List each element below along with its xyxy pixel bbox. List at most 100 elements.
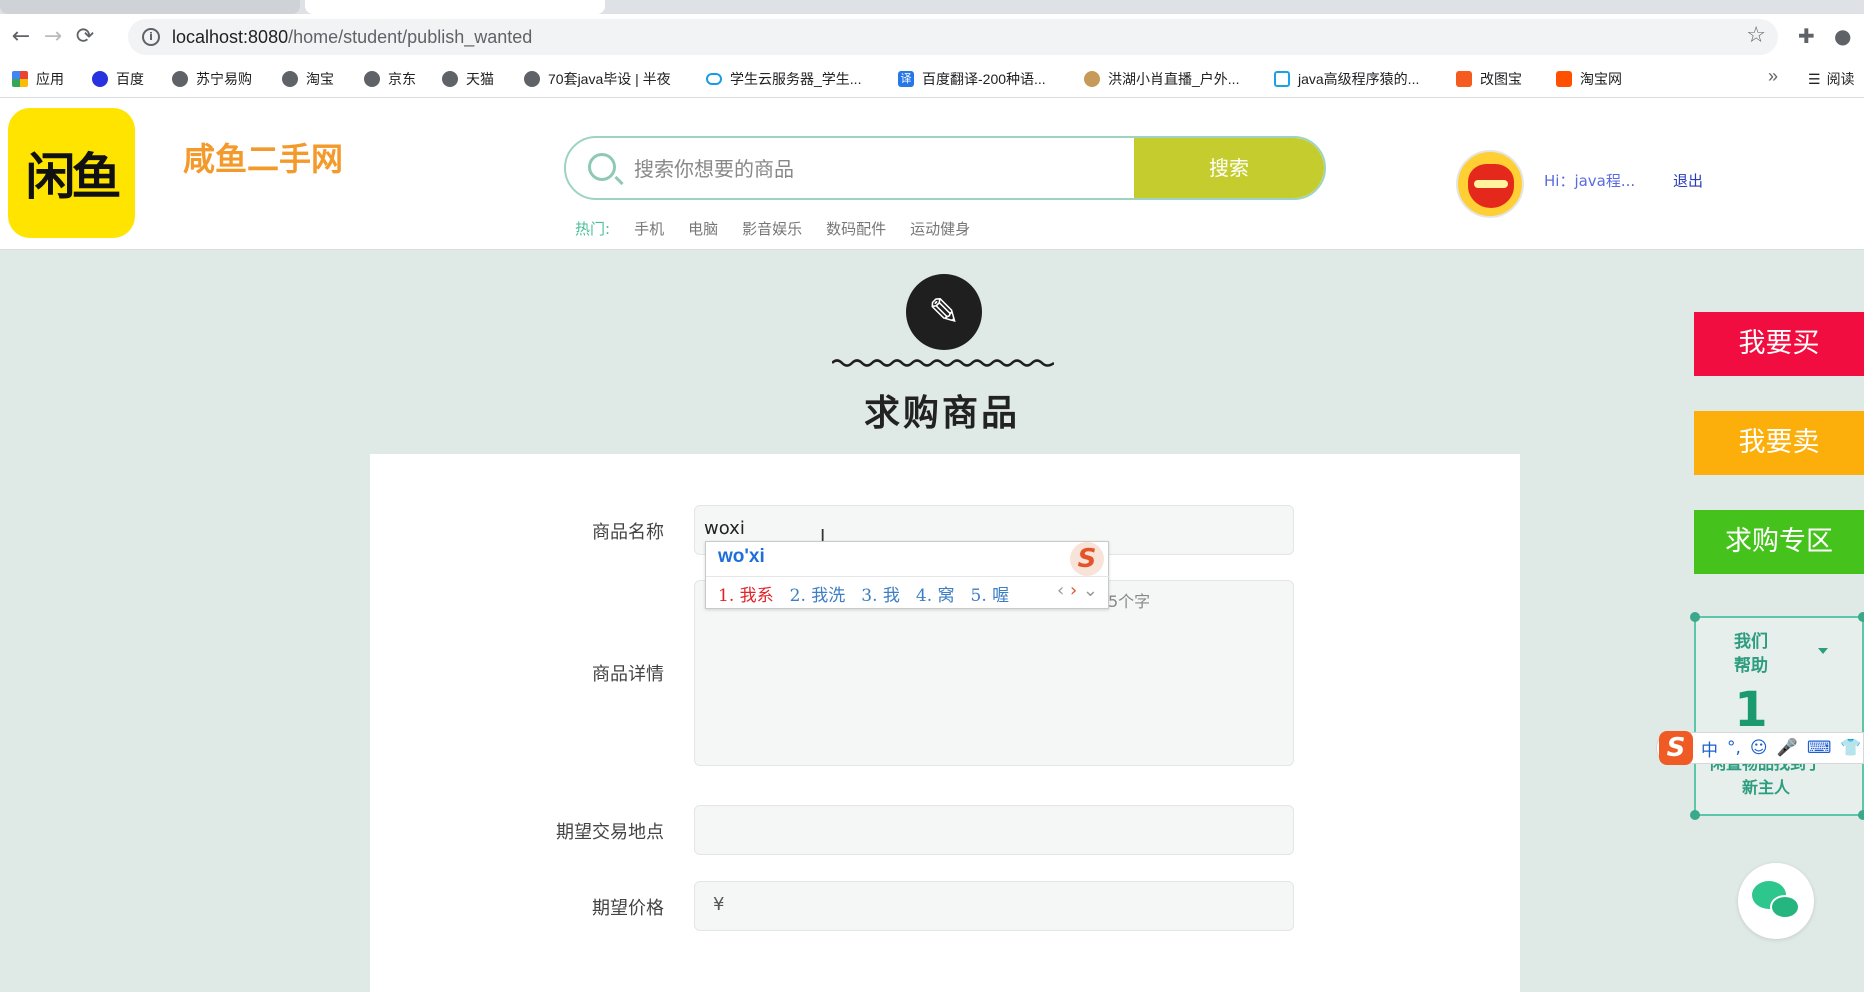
site-info-icon[interactable]: i — [142, 28, 160, 46]
wanted-form: 商品名称 woxi I 商品详情 5个字 期望交易地点 期望价格 ¥ — [370, 454, 1520, 992]
ime-candidate[interactable]: 4. 窝 — [916, 581, 955, 606]
avatar[interactable] — [1456, 150, 1524, 218]
ime-voice-icon[interactable]: 🎤 — [1777, 738, 1798, 758]
browser-toolbar: ← → ⟳ i localhost:8080/home/student/publ… — [0, 14, 1864, 60]
bookmark-star-icon[interactable]: ☆ — [1746, 23, 1766, 48]
globe-icon — [282, 71, 298, 87]
pencil-icon: ✎ — [906, 274, 982, 350]
ime-status-bar[interactable]: S 中 °, ☺ 🎤 ⌨ 👕 — [1656, 731, 1864, 765]
image-edit-icon — [1456, 71, 1472, 87]
ime-candidate[interactable]: 1. 我系 — [718, 581, 774, 606]
url-host: localhost:8080 — [172, 27, 289, 47]
bookmark-suning[interactable]: 苏宁易购 — [172, 69, 252, 89]
translate-icon: 译 — [898, 71, 914, 87]
helper-widget[interactable]: 我们 帮助 1 闲置物品找到了 新主人 — [1690, 612, 1864, 820]
bookmark-apps[interactable]: 应用 — [12, 69, 64, 89]
ime-prev-icon[interactable]: ‹ — [1057, 580, 1064, 601]
ime-emoji-icon[interactable]: ☺ — [1750, 738, 1768, 758]
bookmark-jd[interactable]: 京东 — [364, 69, 416, 89]
ime-candidate[interactable]: 3. 我 — [861, 581, 900, 606]
user-greeting[interactable]: Hi：java程... — [1544, 170, 1635, 191]
want-buy-button[interactable]: 我要买 — [1694, 312, 1864, 376]
name-label: 商品名称 — [592, 522, 664, 543]
ime-candidates: 1. 我系 2. 我洗 3. 我 4. 窝 5. 喔 — [718, 581, 1009, 606]
bookmark-label: 天猫 — [466, 71, 494, 87]
more-bookmarks-icon[interactable]: » — [1768, 66, 1778, 87]
wave-divider — [832, 359, 1054, 367]
globe-icon — [524, 71, 540, 87]
bookmark-baidu-translate[interactable]: 译百度翻译-200种语... — [898, 69, 1046, 89]
wanted-zone-button[interactable]: 求购专区 — [1694, 510, 1864, 574]
wechat-icon[interactable] — [1738, 863, 1814, 939]
bookmark-gaitubao[interactable]: 改图宝 — [1456, 69, 1522, 89]
ime-separator — [706, 576, 1110, 577]
back-icon[interactable]: ← — [6, 22, 36, 52]
browser-tab-active[interactable] — [305, 0, 605, 14]
reading-list[interactable]: ☰ 阅读 — [1808, 69, 1855, 89]
site-header: 闲鱼 咸鱼二手网 搜索 热门: 手机 电脑 影音娱乐 数码配件 运动健身 Hi：… — [0, 98, 1864, 250]
browser-tab-previous[interactable] — [0, 0, 300, 14]
bookmark-student-cloud[interactable]: 学生云服务器_学生... — [706, 69, 861, 89]
bookmarks-bar: 应用 百度 苏宁易购 淘宝 京东 天猫 70套java毕设 | 半夜 学生云服务… — [0, 60, 1864, 98]
ime-keyboard-icon[interactable]: ⌨ — [1807, 738, 1832, 758]
bookmark-java-projects[interactable]: 70套java毕设 | 半夜 — [524, 69, 671, 89]
ime-candidate-window: wo'xi S 1. 我系 2. 我洗 3. 我 4. 窝 5. 喔 ‹ › ⌄ — [705, 541, 1110, 609]
price-input[interactable]: ¥ — [694, 881, 1294, 931]
ime-skin-icon[interactable]: 👕 — [1840, 738, 1861, 758]
bookmark-tmall[interactable]: 天猫 — [442, 69, 494, 89]
logout-link[interactable]: 退出 — [1673, 170, 1703, 191]
search-input[interactable] — [634, 154, 1114, 184]
profile-icon[interactable]: ● — [1834, 24, 1851, 48]
hot-item-phone[interactable]: 手机 — [634, 218, 664, 239]
dropdown-arrow-icon[interactable] — [1818, 648, 1828, 654]
corner-handle — [1858, 810, 1864, 820]
char-count-hint: 5个字 — [1108, 592, 1151, 611]
bookmark-label: 应用 — [36, 71, 64, 87]
search-bar: 搜索 — [564, 136, 1326, 200]
detail-label: 商品详情 — [592, 664, 664, 685]
apps-grid-icon — [12, 71, 28, 87]
site-name[interactable]: 咸鱼二手网 — [183, 134, 343, 180]
bird-icon — [1084, 71, 1100, 87]
address-bar[interactable]: i localhost:8080/home/student/publish_wa… — [128, 19, 1778, 55]
bookmark-baidu[interactable]: 百度 — [92, 69, 144, 89]
ime-expand-icon[interactable]: ⌄ — [1083, 580, 1098, 601]
corner-handle — [1690, 810, 1700, 820]
bookmark-label: java高级程序猿的... — [1298, 71, 1420, 87]
ime-chinese-mode[interactable]: 中 — [1701, 736, 1718, 761]
site-logo[interactable]: 闲鱼 — [8, 108, 135, 238]
hot-item-digital-accessories[interactable]: 数码配件 — [826, 218, 886, 239]
bookmark-java-senior[interactable]: java高级程序猿的... — [1274, 69, 1419, 89]
url-text[interactable]: localhost:8080/home/student/publish_want… — [172, 27, 532, 48]
page-title: 求购商品 — [864, 392, 1021, 434]
want-sell-button[interactable]: 我要卖 — [1694, 411, 1864, 475]
avatar-eyes — [1474, 180, 1508, 188]
ime-punctuation-icon[interactable]: °, — [1727, 738, 1741, 758]
hot-item-sports[interactable]: 运动健身 — [910, 218, 970, 239]
sogou-logo-icon: S — [1070, 542, 1104, 576]
globe-icon — [442, 71, 458, 87]
corner-handle — [1690, 612, 1700, 622]
bookmark-label: 京东 — [388, 71, 416, 87]
reading-list-label: 阅读 — [1826, 71, 1855, 87]
forward-icon[interactable]: → — [38, 22, 68, 52]
reload-icon[interactable]: ⟳ — [70, 22, 100, 52]
bookmark-taobao[interactable]: 淘宝 — [282, 69, 334, 89]
search-button[interactable]: 搜索 — [1134, 138, 1324, 198]
ime-next-icon[interactable]: › — [1070, 580, 1077, 601]
price-label: 期望价格 — [592, 898, 664, 919]
extensions-icon[interactable]: ✚ — [1798, 24, 1815, 48]
ime-candidate[interactable]: 5. 喔 — [971, 581, 1010, 606]
bookmark-label: 淘宝 — [306, 71, 334, 87]
hot-item-computer[interactable]: 电脑 — [688, 218, 718, 239]
place-input[interactable] — [694, 805, 1294, 855]
hot-label: 热门: — [575, 220, 611, 238]
bookmark-taobao-net[interactable]: 淘宝网 — [1556, 69, 1622, 89]
tab-strip — [0, 0, 1864, 14]
bookmark-live-stream[interactable]: 洪湖小肖直播_户外... — [1084, 69, 1239, 89]
hot-keywords: 热门: 手机 电脑 影音娱乐 数码配件 运动健身 — [575, 218, 970, 239]
hot-item-entertainment[interactable]: 影音娱乐 — [742, 218, 802, 239]
bookmark-label: 百度翻译-200种语... — [922, 71, 1046, 87]
ime-candidate[interactable]: 2. 我洗 — [790, 581, 846, 606]
bookmark-label: 学生云服务器_学生... — [730, 71, 862, 87]
